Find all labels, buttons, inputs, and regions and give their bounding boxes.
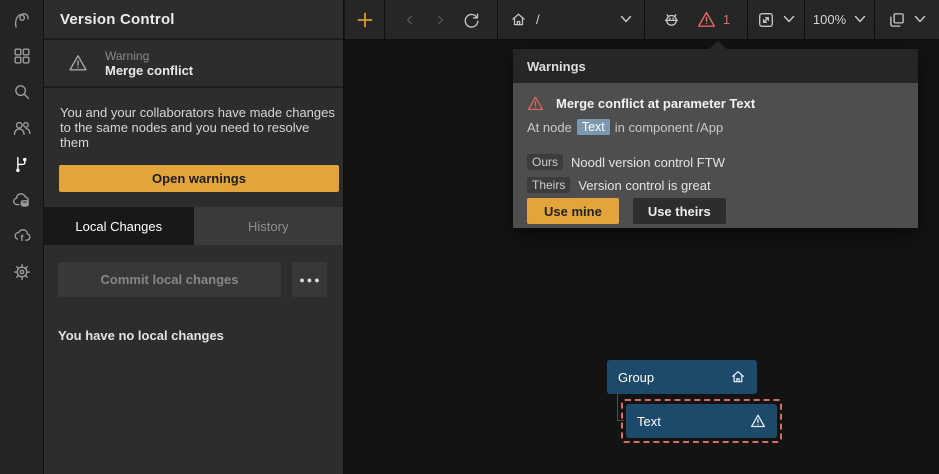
conflict-location: At node Text in component /App — [527, 119, 904, 135]
node-label: Text — [637, 414, 661, 429]
expand-icon — [757, 11, 775, 29]
version-control-panel: Version Control Warning Merge conflict Y… — [44, 0, 344, 474]
popup-title: Warnings — [513, 49, 918, 83]
popup-body: Merge conflict at parameter Text At node… — [513, 83, 918, 224]
node-label: Group — [618, 370, 654, 385]
chevron-right-icon — [432, 12, 448, 28]
svg-text:f: f — [20, 233, 24, 243]
viewport-dropdown[interactable] — [875, 0, 939, 39]
node-group[interactable]: Group — [607, 360, 757, 394]
home-icon — [730, 369, 746, 385]
theirs-chip: Theirs — [527, 177, 570, 193]
back-button[interactable] — [402, 12, 418, 28]
warning-count-badge: 1 — [723, 12, 730, 27]
theirs-value: Version control is great — [578, 178, 710, 193]
add-node-button[interactable] — [345, 0, 385, 39]
no-local-changes-message: You have no local changes — [58, 328, 343, 343]
chevron-down-icon — [914, 15, 926, 24]
warning-triangle-icon — [68, 53, 88, 73]
open-warnings-button[interactable]: Open warnings — [59, 165, 339, 192]
warning-label: Warning — [105, 49, 193, 63]
component-path: / — [536, 12, 540, 27]
conflict-title: Merge conflict at parameter Text — [556, 96, 755, 111]
panel-title: Version Control — [44, 0, 343, 40]
ours-row: Ours Noodl version control FTW — [527, 154, 904, 170]
popup-pointer — [709, 41, 727, 49]
more-options-button[interactable]: ●●● — [292, 262, 327, 297]
icon-sidebar: f — [0, 0, 44, 474]
chevron-left-icon — [402, 12, 418, 28]
warning-message: Merge conflict — [105, 63, 193, 78]
refresh-button[interactable] — [462, 11, 480, 29]
forward-button[interactable] — [432, 12, 448, 28]
use-theirs-button[interactable]: Use theirs — [633, 198, 726, 224]
commit-local-changes-button[interactable]: Commit local changes — [58, 262, 281, 297]
selection-outline: Text — [621, 399, 782, 443]
chevron-down-icon — [620, 15, 632, 24]
merge-conflict-summary: Warning Merge conflict — [44, 40, 343, 88]
ours-chip: Ours — [527, 154, 563, 170]
cloud-services-icon[interactable] — [11, 189, 33, 211]
debug-button[interactable] — [662, 10, 681, 29]
collaborators-icon[interactable] — [11, 117, 33, 139]
node-text[interactable]: Text — [626, 404, 777, 438]
search-icon[interactable] — [11, 81, 33, 103]
home-icon — [510, 11, 527, 28]
debug-group: 1 — [645, 0, 748, 39]
tab-history[interactable]: History — [194, 207, 344, 245]
navigation-group — [385, 0, 498, 39]
zoom-dropdown[interactable]: 100% — [805, 0, 875, 39]
conflict-description: You and your collaborators have made cha… — [60, 105, 340, 150]
bug-icon — [662, 10, 681, 29]
components-icon[interactable] — [11, 45, 33, 67]
refresh-icon — [462, 11, 480, 29]
warnings-button[interactable]: 1 — [697, 10, 730, 29]
main-region: / 1 100% — [345, 0, 939, 474]
tab-local-changes[interactable]: Local Changes — [44, 207, 194, 245]
commit-row: Commit local changes ●●● — [58, 262, 327, 297]
ours-value: Noodl version control FTW — [571, 155, 725, 170]
cloud-functions-icon[interactable]: f — [11, 225, 33, 247]
layers-icon — [888, 11, 906, 29]
panel-tabs: Local Changes History — [44, 207, 343, 245]
warning-triangle-icon — [750, 413, 766, 429]
preview-size-dropdown[interactable] — [748, 0, 805, 39]
settings-icon[interactable] — [11, 261, 33, 283]
plus-icon — [356, 11, 374, 29]
version-control-icon[interactable] — [11, 153, 33, 175]
zoom-level: 100% — [813, 12, 846, 27]
warnings-popup: Warnings Merge conflict at parameter Tex… — [513, 49, 918, 228]
noodl-editor-window: f Version Control Warning Merge conflict… — [0, 0, 939, 474]
warning-triangle-icon — [527, 95, 544, 112]
canvas-toolbar: / 1 100% — [345, 0, 939, 40]
noodl-logo-icon[interactable] — [11, 9, 33, 31]
chevron-down-icon — [854, 15, 866, 24]
location-suffix: in component /App — [615, 120, 723, 135]
warning-triangle-icon — [697, 10, 716, 29]
location-prefix: At node — [527, 120, 572, 135]
component-path-dropdown[interactable]: / — [498, 0, 645, 39]
theirs-row: Theirs Version control is great — [527, 177, 904, 193]
use-mine-button[interactable]: Use mine — [527, 198, 619, 224]
node-name-chip: Text — [577, 119, 610, 135]
chevron-down-icon — [783, 15, 795, 24]
